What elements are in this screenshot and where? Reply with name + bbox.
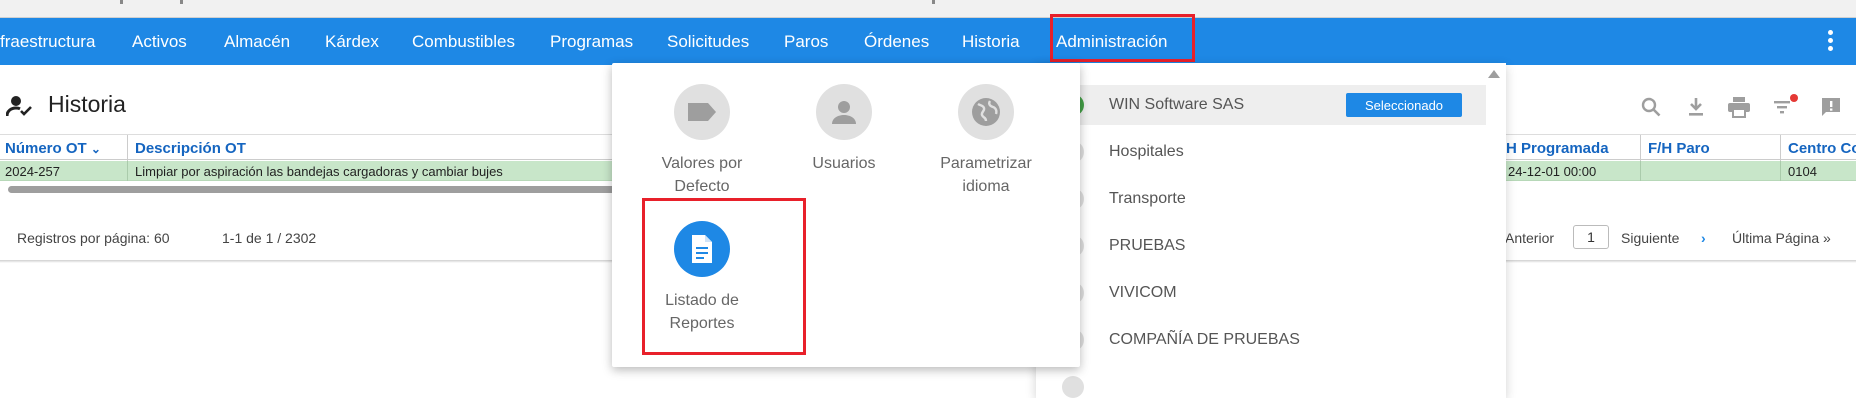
strip-mark — [120, 0, 123, 4]
page-number-input[interactable]: 1 — [1573, 225, 1609, 249]
company-item[interactable]: Hospitales — [1036, 132, 1486, 172]
download-icon[interactable] — [1685, 96, 1707, 123]
records-per-page[interactable]: Registros por página: 60 — [17, 230, 170, 246]
company-item[interactable]: WIN Software SAS Seleccionado — [1036, 85, 1486, 125]
column-separator — [1640, 135, 1641, 161]
person-check-icon — [5, 94, 34, 123]
search-icon[interactable] — [1640, 96, 1662, 123]
cell-numero-ot: 2024-257 — [5, 164, 60, 179]
tile-valores-por-defecto[interactable]: Valores por Defecto — [637, 84, 767, 198]
company-name: Transporte — [1109, 190, 1186, 207]
company-name: VIVICOM — [1109, 284, 1177, 301]
nav-solicitudes[interactable]: Solicitudes — [667, 32, 749, 52]
records-range: 1-1 de 1 / 2302 — [222, 230, 317, 246]
previous-page-button[interactable]: Anterior — [1505, 230, 1554, 246]
chevron-down-icon: ⌄ — [90, 142, 101, 156]
more-options-icon[interactable] — [1828, 30, 1834, 52]
company-name: Hospitales — [1109, 143, 1184, 160]
nav-activos[interactable]: Activos — [132, 32, 187, 52]
cell-fh-programada: 24-12-01 00:00 — [1508, 164, 1597, 179]
column-separator — [1640, 161, 1641, 181]
column-separator — [1780, 161, 1781, 181]
page-title: Historia — [48, 91, 126, 117]
browser-top-strip — [0, 0, 1856, 18]
company-name: PRUEBAS — [1109, 237, 1186, 254]
tile-label: idioma — [962, 178, 1010, 195]
horizontal-scrollbar[interactable] — [8, 186, 628, 193]
cell-centro-costo: 0104 — [1788, 164, 1817, 179]
column-header-descripcion-ot[interactable]: Descripción OT — [135, 140, 246, 157]
company-item[interactable]: Transporte — [1036, 179, 1486, 219]
tile-label: Parametrizar — [940, 155, 1032, 172]
selected-button[interactable]: Seleccionado — [1346, 93, 1462, 117]
administracion-highlight-box — [1050, 14, 1195, 62]
column-separator — [127, 135, 128, 161]
nav-programas[interactable]: Programas — [550, 32, 633, 52]
nav-historia[interactable]: Historia — [962, 32, 1020, 52]
column-header-fh-programada[interactable]: H Programada — [1506, 140, 1609, 157]
column-header-numero-ot[interactable]: Número OT ⌄ — [5, 140, 101, 157]
company-item[interactable]: VIVICOM — [1036, 273, 1486, 313]
chevron-right-icon[interactable]: › — [1701, 230, 1706, 246]
company-item-partial[interactable] — [1036, 367, 1486, 398]
filter-icon[interactable] — [1772, 94, 1798, 123]
label-icon — [674, 84, 730, 140]
company-list-panel: WIN Software SAS Seleccionado Hospitales… — [1036, 63, 1506, 398]
listado-reportes-highlight-box — [642, 198, 806, 355]
main-navbar: fraestructura Activos Almacén Kárdex Com… — [0, 18, 1856, 65]
next-page-button[interactable]: Siguiente — [1621, 230, 1679, 246]
cell-descripcion-ot: Limpiar por aspiración las bandejas carg… — [135, 164, 503, 179]
nav-infraestructura[interactable]: fraestructura — [0, 32, 95, 52]
scroll-up-icon[interactable] — [1488, 70, 1500, 78]
tile-parametrizar-idioma[interactable]: Parametrizar idioma — [921, 84, 1051, 198]
strip-mark — [932, 0, 935, 4]
nav-almacen[interactable]: Almacén — [224, 32, 290, 52]
column-separator — [1780, 135, 1781, 161]
globe-icon — [958, 84, 1014, 140]
tile-label: Valores por — [661, 155, 743, 172]
strip-mark — [180, 0, 183, 4]
company-item[interactable]: COMPAÑÍA DE PRUEBAS — [1036, 320, 1486, 360]
notification-dot — [1790, 94, 1798, 102]
tile-label: Defecto — [674, 178, 730, 195]
column-header-centro-costo[interactable]: Centro Co — [1788, 140, 1856, 157]
company-avatar — [1062, 376, 1084, 398]
feedback-icon[interactable] — [1820, 96, 1842, 123]
nav-paros[interactable]: Paros — [784, 32, 828, 52]
last-page-button[interactable]: Última Página » — [1732, 230, 1831, 246]
nav-ordenes[interactable]: Órdenes — [864, 32, 929, 52]
print-icon[interactable] — [1727, 96, 1751, 123]
tile-usuarios[interactable]: Usuarios — [779, 84, 909, 175]
column-separator — [127, 161, 128, 181]
column-header-fh-paro[interactable]: F/H Paro — [1648, 140, 1710, 157]
nav-combustibles[interactable]: Combustibles — [412, 32, 515, 52]
tile-label: Usuarios — [812, 155, 876, 172]
company-name: WIN Software SAS — [1109, 96, 1245, 113]
user-icon — [816, 84, 872, 140]
company-name: COMPAÑÍA DE PRUEBAS — [1109, 331, 1300, 348]
nav-kardex[interactable]: Kárdex — [325, 32, 379, 52]
page-header: Historia — [0, 80, 640, 130]
company-item[interactable]: PRUEBAS — [1036, 226, 1486, 266]
